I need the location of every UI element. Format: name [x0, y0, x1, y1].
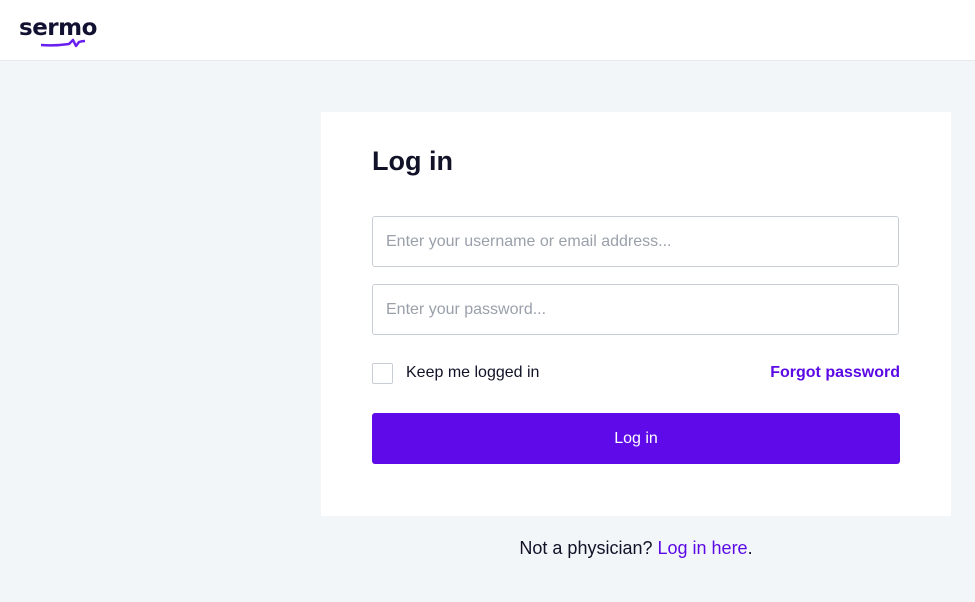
footer-suffix: .: [747, 538, 753, 558]
username-input[interactable]: [372, 216, 899, 267]
password-input[interactable]: [372, 284, 899, 335]
keep-logged-in-label[interactable]: Keep me logged in: [406, 364, 539, 382]
page-title: Log in: [372, 146, 453, 176]
keep-logged-in-checkbox[interactable]: [372, 363, 393, 384]
sermo-logo[interactable]: sermo: [19, 14, 109, 50]
footer-prompt-text: Not a physician?: [519, 538, 653, 558]
non-physician-login-link[interactable]: Log in here: [658, 538, 748, 558]
forgot-password-link[interactable]: Forgot password: [770, 364, 900, 382]
top-bar: sermo: [0, 0, 975, 61]
logo-swoosh-icon: [41, 38, 85, 48]
login-card: Log in Keep me logged in Forgot password…: [321, 112, 951, 516]
login-button[interactable]: Log in: [372, 413, 900, 464]
non-physician-prompt: Not a physician? Log in here.: [321, 538, 951, 559]
